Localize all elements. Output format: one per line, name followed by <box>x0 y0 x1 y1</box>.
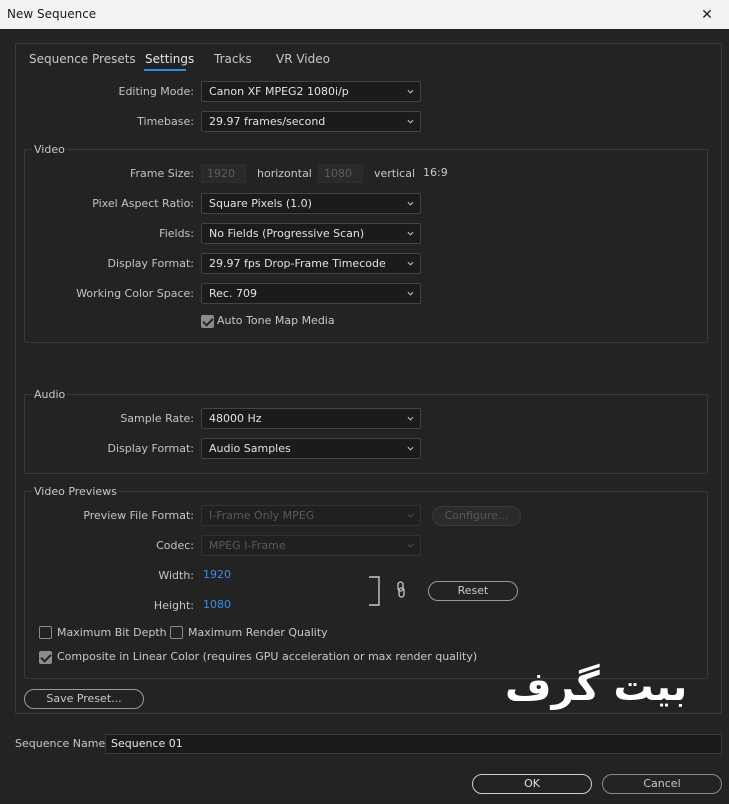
editing-mode-value: Canon XF MPEG2 1080i/p <box>209 85 349 98</box>
preview-height-value[interactable]: 1080 <box>203 598 231 611</box>
sequence-name-label: Sequence Name: <box>15 737 109 750</box>
preview-file-format-value: I-Frame Only MPEG <box>209 509 315 522</box>
max-render-quality-checkbox[interactable] <box>170 626 183 639</box>
video-group <box>24 149 708 343</box>
audio-display-format-dropdown[interactable]: Audio Samples <box>201 438 421 459</box>
audio-group <box>24 394 708 474</box>
link-icon[interactable] <box>396 581 406 599</box>
video-display-format-value: 29.97 fps Drop-Frame Timecode <box>209 257 386 270</box>
ok-button[interactable]: OK <box>472 774 592 794</box>
auto-tone-map-label: Auto Tone Map Media <box>217 314 335 327</box>
timebase-label: Timebase: <box>137 115 194 128</box>
chevron-down-icon <box>407 291 414 296</box>
horizontal-label: horizontal <box>257 167 312 180</box>
timebase-dropdown[interactable]: 29.97 frames/second <box>201 111 421 132</box>
close-icon[interactable]: ✕ <box>685 0 729 29</box>
pixel-aspect-label: Pixel Aspect Ratio: <box>92 197 194 210</box>
aspect-ratio-value: 16:9 <box>423 166 448 179</box>
video-display-format-label: Display Format: <box>107 257 194 270</box>
codec-value: MPEG I-Frame <box>209 539 286 552</box>
preview-width-value[interactable]: 1920 <box>203 568 231 581</box>
max-render-quality-label: Maximum Render Quality <box>188 626 328 639</box>
composite-linear-checkbox[interactable] <box>39 651 52 664</box>
fields-label: Fields: <box>159 227 194 240</box>
title-bar: New Sequence ✕ <box>0 0 729 29</box>
codec-dropdown[interactable]: MPEG I-Frame <box>201 535 421 556</box>
working-color-space-label: Working Color Space: <box>76 287 194 300</box>
pixel-aspect-value: Square Pixels (1.0) <box>209 197 312 210</box>
height-label: Height: <box>153 599 194 612</box>
chevron-down-icon <box>407 446 414 451</box>
bracket-icon <box>369 576 380 606</box>
audio-group-title: Audio <box>32 388 68 401</box>
sample-rate-dropdown[interactable]: 48000 Hz <box>201 408 421 429</box>
composite-linear-label: Composite in Linear Color (requires GPU … <box>57 650 478 663</box>
chevron-down-icon <box>407 261 414 266</box>
active-tab-indicator <box>144 69 186 71</box>
working-color-space-dropdown[interactable]: Rec. 709 <box>201 283 421 304</box>
timebase-value: 29.97 frames/second <box>209 115 326 128</box>
working-color-space-value: Rec. 709 <box>209 287 257 300</box>
editing-mode-label: Editing Mode: <box>118 85 195 98</box>
preview-file-format-label: Preview File Format: <box>83 509 194 522</box>
chevron-down-icon <box>407 119 414 124</box>
reset-button[interactable]: Reset <box>428 581 518 601</box>
chevron-down-icon <box>407 416 414 421</box>
max-bit-depth-checkbox[interactable] <box>39 626 52 639</box>
preview-file-format-dropdown[interactable]: I-Frame Only MPEG <box>201 505 421 526</box>
pixel-aspect-dropdown[interactable]: Square Pixels (1.0) <box>201 193 421 214</box>
tab-sequence-presets[interactable]: Sequence Presets <box>29 52 136 66</box>
sample-rate-label: Sample Rate: <box>120 412 194 425</box>
tab-tracks[interactable]: Tracks <box>214 52 252 66</box>
video-display-format-dropdown[interactable]: 29.97 fps Drop-Frame Timecode <box>201 253 421 274</box>
max-bit-depth-label: Maximum Bit Depth <box>57 626 167 639</box>
chevron-down-icon <box>407 513 414 518</box>
cancel-button[interactable]: Cancel <box>602 774 722 794</box>
editing-mode-dropdown[interactable]: Canon XF MPEG2 1080i/p <box>201 81 421 102</box>
video-group-title: Video <box>32 143 67 156</box>
audio-display-format-label: Display Format: <box>107 442 194 455</box>
frame-width-input[interactable]: 1920 <box>201 164 246 183</box>
sequence-name-input[interactable]: Sequence 01 <box>105 734 722 754</box>
frame-height-input[interactable]: 1080 <box>318 164 363 183</box>
fields-dropdown[interactable]: No Fields (Progressive Scan) <box>201 223 421 244</box>
chevron-down-icon <box>407 89 414 94</box>
watermark-logo: بیت گرف <box>505 664 688 710</box>
save-preset-button[interactable]: Save Preset... <box>24 689 144 709</box>
frame-size-label: Frame Size: <box>129 167 194 180</box>
vertical-label: vertical <box>374 167 416 180</box>
chevron-down-icon <box>407 201 414 206</box>
codec-label: Codec: <box>156 539 194 552</box>
width-label: Width: <box>158 569 194 582</box>
chevron-down-icon <box>407 231 414 236</box>
sample-rate-value: 48000 Hz <box>209 412 262 425</box>
tab-settings[interactable]: Settings <box>145 52 194 66</box>
audio-display-format-value: Audio Samples <box>209 442 291 455</box>
tab-vr-video[interactable]: VR Video <box>276 52 330 66</box>
chevron-down-icon <box>407 543 414 548</box>
video-previews-group-title: Video Previews <box>32 485 119 498</box>
fields-value: No Fields (Progressive Scan) <box>209 227 365 240</box>
window-title: New Sequence <box>7 7 97 21</box>
configure-button[interactable]: Configure... <box>432 506 521 526</box>
auto-tone-map-checkbox[interactable] <box>201 315 214 328</box>
